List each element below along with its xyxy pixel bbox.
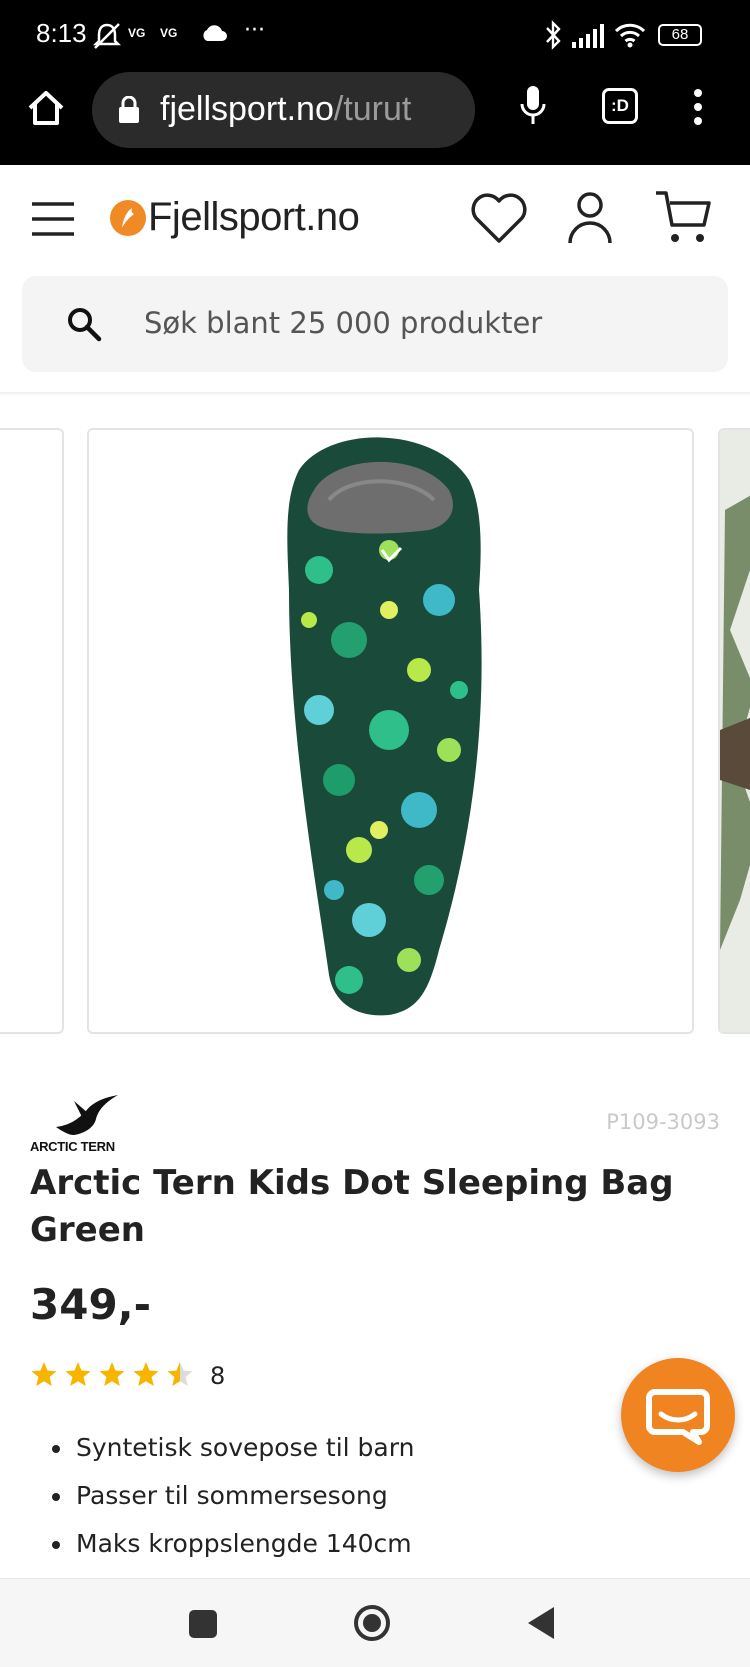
address-bar[interactable]: fjellsport.no/turut bbox=[92, 72, 475, 148]
tabs-icon[interactable]: :D bbox=[602, 88, 638, 124]
browser-toolbar: fjellsport.no/turut :D bbox=[0, 68, 750, 165]
signal-icon bbox=[572, 24, 606, 52]
battery-icon: 68 bbox=[658, 24, 702, 46]
url-text: fjellsport.no/turut bbox=[160, 90, 411, 129]
gallery-main-image[interactable] bbox=[87, 428, 694, 1034]
page: 8:13 VG VG ··· 68 fjellsport.no/turut:D… bbox=[0, 0, 750, 1667]
feature-list: Syntetisk sovepose til barn Passer til s… bbox=[52, 1424, 414, 1568]
product-price: 349,- bbox=[30, 1280, 152, 1329]
product-title: Arctic Tern Kids Dot Sleeping Bag Green bbox=[30, 1163, 674, 1250]
feature-item: Passer til sommersesong bbox=[52, 1472, 414, 1520]
status-bar: 8:13 VG VG ··· 68 bbox=[0, 0, 750, 68]
mute-notification-icon bbox=[92, 22, 122, 54]
status-time: 8:13 bbox=[36, 18, 87, 48]
chat-button[interactable] bbox=[621, 1358, 735, 1472]
search-bar[interactable]: Søk blant 25 000 produkter bbox=[22, 276, 728, 372]
url-domain: fjellsport.no bbox=[160, 90, 334, 128]
chat-icon bbox=[646, 1389, 710, 1445]
account-icon[interactable] bbox=[566, 191, 614, 249]
wifi-icon bbox=[614, 22, 646, 52]
brand-logo[interactable]: ARCTIC TERN bbox=[30, 1095, 120, 1155]
recents-icon[interactable] bbox=[188, 1609, 218, 1643]
url-path: /turut bbox=[333, 90, 412, 128]
site-header: Fjellsport.no bbox=[0, 165, 750, 275]
rating-count: 8 bbox=[210, 1362, 226, 1390]
header-divider bbox=[0, 392, 750, 396]
site-name: Fjellsport.no bbox=[148, 195, 360, 239]
cloud-icon bbox=[200, 24, 228, 46]
logo-mark-icon bbox=[110, 199, 146, 236]
heart-icon[interactable] bbox=[470, 193, 528, 249]
bluetooth-icon bbox=[544, 20, 562, 54]
feature-item: Syntetisk sovepose til barn bbox=[52, 1424, 414, 1472]
sleeping-bag-image bbox=[287, 437, 482, 1016]
home-circle-icon[interactable] bbox=[352, 1603, 392, 1647]
gallery-prev-image[interactable] bbox=[0, 428, 64, 1034]
search-icon bbox=[66, 306, 102, 346]
star-rating-icon bbox=[30, 1358, 196, 1394]
gallery-next-image[interactable] bbox=[718, 428, 750, 1034]
feature-item: Maks kroppslengde 140cm bbox=[52, 1520, 414, 1568]
carrier-label-2: VG bbox=[160, 26, 178, 40]
search-input[interactable]: Søk blant 25 000 produkter bbox=[144, 306, 542, 340]
next-image-preview bbox=[720, 430, 750, 1032]
product-sku: P109-3093 bbox=[606, 1110, 720, 1134]
tern-bird-icon bbox=[56, 1095, 118, 1135]
overflow-menu-icon[interactable] bbox=[692, 88, 704, 130]
menu-icon[interactable] bbox=[30, 201, 76, 241]
brand-name: ARCTIC TERN bbox=[30, 1139, 115, 1154]
lock-icon bbox=[118, 95, 140, 128]
system-nav-bar bbox=[0, 1578, 750, 1667]
back-icon[interactable] bbox=[526, 1605, 556, 1645]
product-rating[interactable]: 8 bbox=[30, 1358, 225, 1394]
home-icon[interactable] bbox=[26, 88, 66, 132]
carrier-label-1: VG bbox=[128, 26, 146, 40]
site-logo[interactable]: Fjellsport.no bbox=[110, 195, 360, 240]
status-more: ··· bbox=[244, 18, 265, 43]
cart-icon[interactable] bbox=[654, 189, 712, 251]
mic-icon[interactable] bbox=[518, 84, 548, 132]
